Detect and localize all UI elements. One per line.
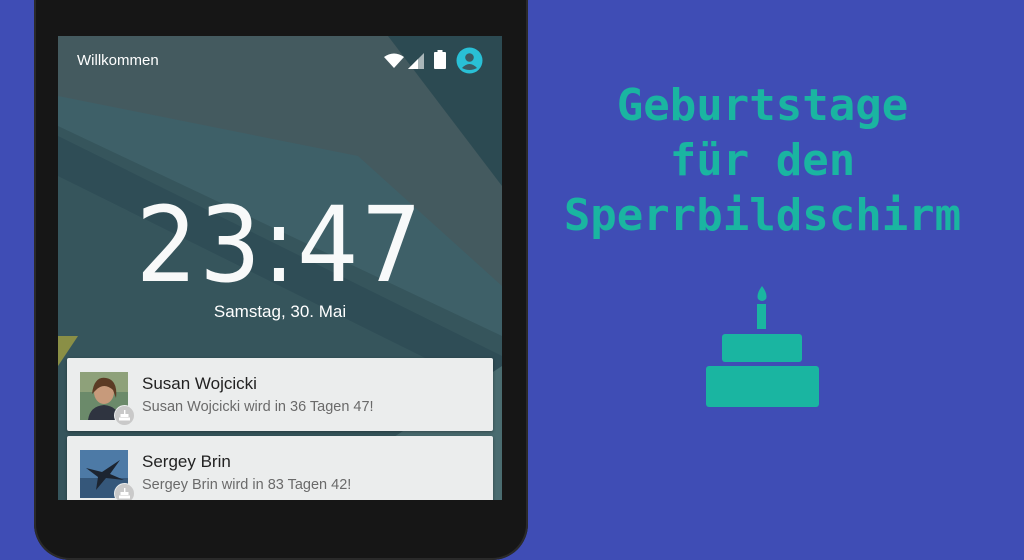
- cake-icon: [114, 483, 135, 500]
- carrier-label: Willkommen: [77, 52, 159, 69]
- cake-icon: [114, 405, 135, 426]
- lock-screen: Willkommen 23:47 Samstag, 30. Mai Susan …: [58, 36, 502, 500]
- notification-title: Susan Wojcicki: [142, 374, 257, 393]
- lock-clock: 23:47: [58, 184, 502, 306]
- cake-icon: [706, 286, 819, 407]
- notification-message: Susan Wojcicki wird in 36 Tagen 47!: [142, 399, 374, 415]
- notification-card[interactable]: Sergey Brin Sergey Brin wird in 83 Tagen…: [67, 436, 493, 500]
- promo-title-line: Geburtstage: [616, 80, 909, 131]
- promo-title-line: Sperrbildschirm: [563, 190, 962, 241]
- notification-title: Sergey Brin: [142, 452, 231, 471]
- notification-message: Sergey Brin wird in 83 Tagen 42!: [142, 477, 352, 493]
- wifi-icon: [384, 53, 404, 68]
- battery-icon: [434, 50, 446, 69]
- signal-icon: [408, 53, 424, 69]
- notification-card[interactable]: Susan Wojcicki Susan Wojcicki wird in 36…: [67, 358, 493, 431]
- lock-date: Samstag, 30. Mai: [213, 302, 347, 321]
- clock-time: 23:47: [135, 184, 425, 306]
- status-bar: Willkommen: [58, 36, 502, 84]
- promo-title-line: für den: [669, 135, 856, 186]
- user-account-icon[interactable]: [456, 47, 483, 74]
- promo-title: Geburtstage für den Sperrbildschirm: [540, 78, 985, 243]
